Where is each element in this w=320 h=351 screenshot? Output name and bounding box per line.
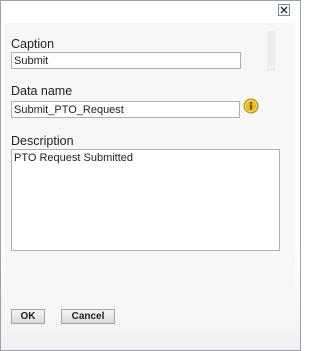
description-textarea[interactable]: PTO Request Submitted [11,149,280,251]
ok-button[interactable]: OK [11,309,45,324]
data-name-input[interactable] [11,101,240,118]
description-label: Description [11,134,74,148]
properties-dialog: Caption Data name Description PTO Reques… [0,0,301,351]
dialog-titlebar [1,1,300,21]
caption-label: Caption [11,37,55,51]
close-button[interactable] [278,4,290,16]
caption-input[interactable] [11,52,241,69]
close-icon [280,6,288,14]
data-name-label: Data name [11,84,73,98]
cancel-button[interactable]: Cancel [61,309,115,324]
info-icon[interactable] [243,98,259,114]
panel-divider [267,31,275,71]
